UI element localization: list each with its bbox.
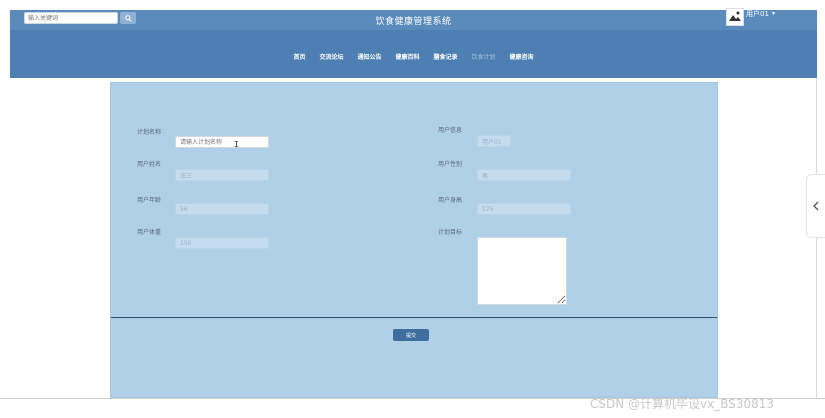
submit-button[interactable]: 提交	[393, 329, 429, 341]
user-name[interactable]: 用户01	[746, 9, 769, 19]
side-panel-toggle[interactable]	[806, 174, 825, 238]
plan-form-panel: 计划名称 I 用户姓名 用户年龄 用户体重 用户信息 用户性别 用户身高 计划目…	[110, 82, 718, 398]
user-gender-label: 用户性别	[438, 161, 463, 168]
nav-item-meal-record[interactable]: 膳食记录	[434, 52, 458, 64]
nav-item-encyclopedia[interactable]: 健康百科	[395, 52, 419, 64]
user-name-field	[175, 169, 269, 181]
chevron-left-icon	[813, 201, 819, 211]
user-name-label: 用户姓名	[137, 161, 162, 168]
text-cursor-icon: I	[234, 140, 239, 149]
user-weight-field	[175, 237, 269, 249]
user-age-field	[175, 203, 269, 215]
nav-item-notice[interactable]: 通知公告	[357, 52, 381, 64]
user-height-label: 用户身高	[438, 197, 463, 204]
nav-item-diet-plan[interactable]: 饮食计划	[472, 52, 496, 64]
right-edge-line	[816, 78, 817, 174]
user-height-field	[477, 203, 571, 215]
user-info-label: 用户信息	[438, 127, 463, 134]
form-divider	[111, 317, 717, 318]
avatar[interactable]	[726, 8, 744, 26]
csdn-watermark: CSDN @计算机毕设vx_BS30813	[590, 397, 775, 411]
chevron-down-icon[interactable]: ▾	[772, 10, 775, 17]
plan-name-label: 计划名称	[137, 129, 162, 136]
nav-item-consult[interactable]: 健康咨询	[510, 52, 534, 64]
avatar-image-icon	[727, 9, 743, 25]
user-gender-field	[477, 169, 571, 181]
main-nav: 首页 交流论坛 通知公告 健康百科 膳食记录 饮食计划 健康咨询	[10, 52, 817, 64]
nav-item-home[interactable]: 首页	[293, 52, 305, 64]
user-info-field	[477, 135, 511, 147]
site-title: 饮食健康管理系统	[375, 17, 452, 27]
right-edge-line-lower	[816, 238, 817, 398]
nav-item-forum[interactable]: 交流论坛	[319, 52, 343, 64]
user-weight-label: 用户体重	[137, 229, 162, 236]
top-header: 饮食健康管理系统 用户01 ▾ 首页 交流论坛 通知公告 健康百科 膳食记录 饮…	[10, 8, 817, 78]
user-age-label: 用户年龄	[137, 197, 162, 204]
plan-goal-label: 计划目标	[438, 229, 463, 236]
plan-goal-textarea[interactable]	[477, 237, 567, 305]
plan-name-input[interactable]	[175, 136, 269, 148]
